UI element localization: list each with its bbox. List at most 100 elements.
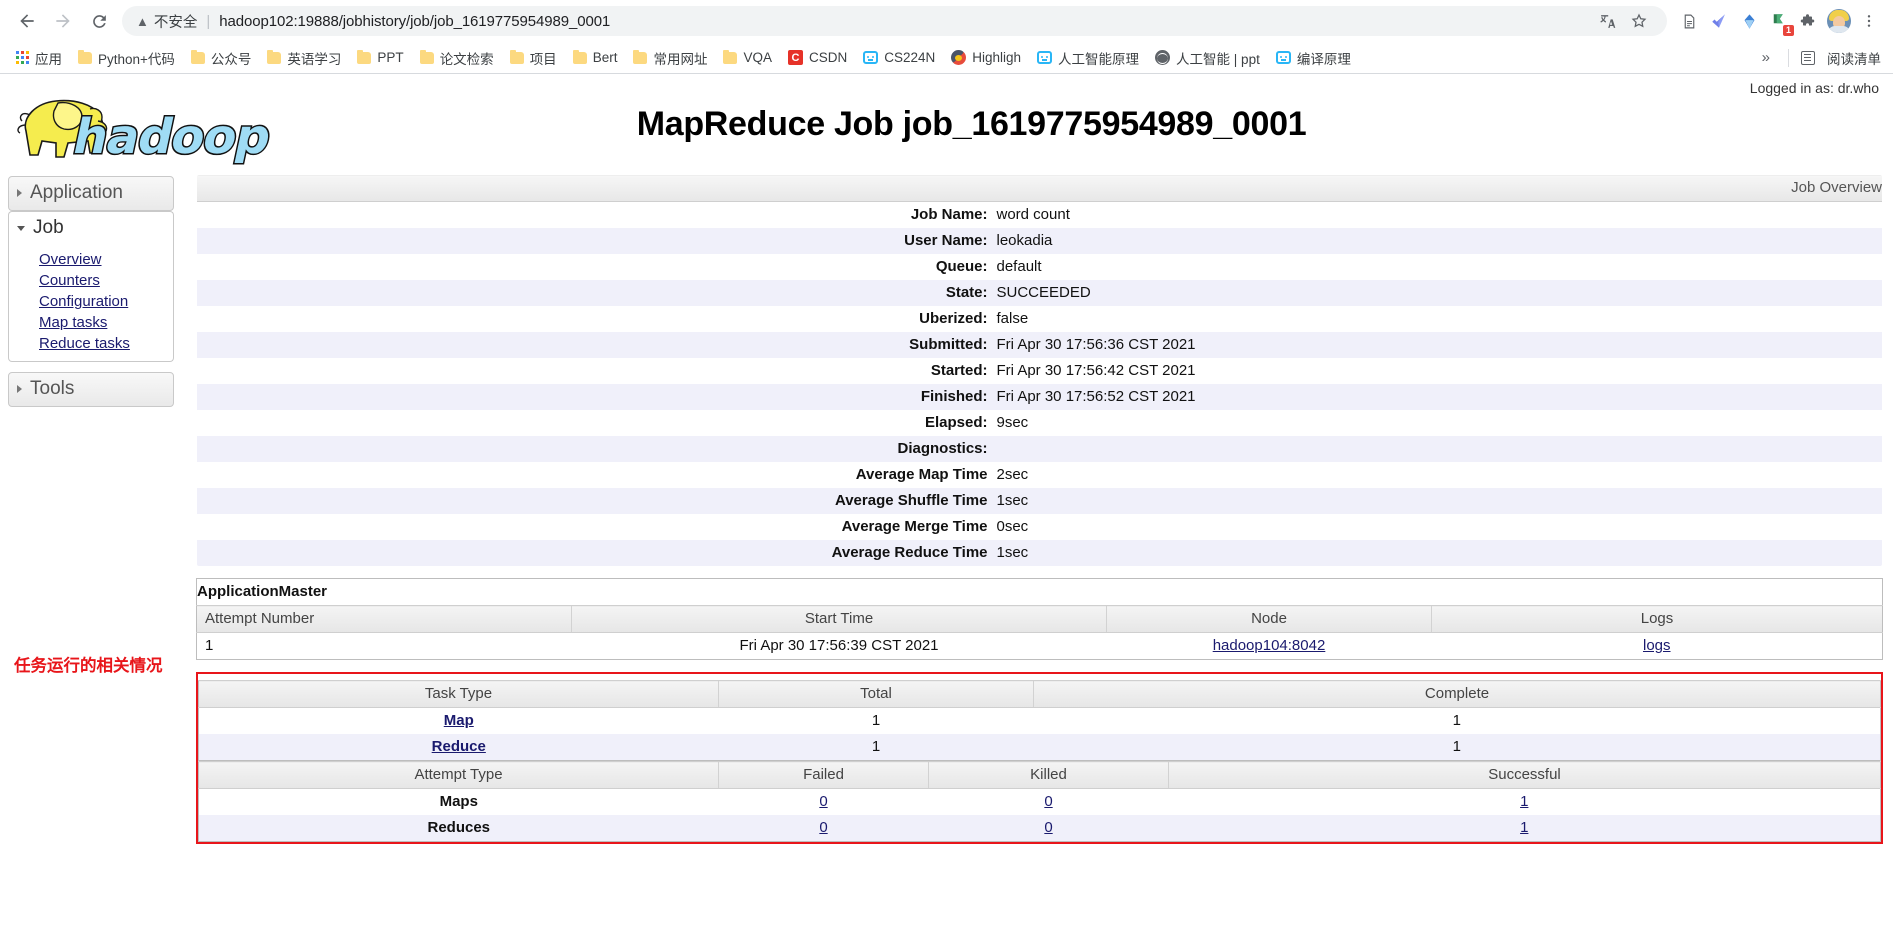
overview-value: word count — [996, 201, 1882, 228]
bookmark-vqa[interactable]: VQA — [715, 47, 780, 68]
bookmark-compiler-principles[interactable]: 编译原理 — [1268, 45, 1359, 71]
profile-avatar[interactable] — [1825, 7, 1853, 35]
cell-node: hadoop104:8042 — [1107, 633, 1432, 660]
reading-list-label[interactable]: 阅读清单 — [1827, 48, 1881, 68]
bilibili-icon — [863, 51, 879, 64]
table-row: Average Map Time 2sec — [197, 462, 1882, 488]
sidebar-item-label: Application — [30, 182, 123, 203]
reading-list-icon[interactable] — [1801, 50, 1815, 65]
bookmark-ai-ppt[interactable]: 人工智能 | ppt — [1147, 45, 1268, 71]
bookmark-star-icon[interactable] — [1625, 7, 1653, 35]
overview-value: Fri Apr 30 17:56:52 CST 2021 — [996, 384, 1882, 410]
table-row: Reduces 0 0 1 — [198, 815, 1881, 842]
node-link[interactable]: hadoop104:8042 — [1213, 637, 1326, 654]
cell-attempt-type: Maps — [198, 788, 719, 815]
bookmark-highlight[interactable]: Highligh — [943, 47, 1029, 68]
job-overview-table: Job Overview Job Name: word count User N… — [196, 174, 1883, 567]
bookmark-csdn[interactable]: C CSDN — [780, 47, 855, 68]
reduces-killed-link[interactable]: 0 — [1044, 819, 1052, 836]
task-and-attempt-summary-table: Task Type Total Complete Map 1 1 Reduce — [198, 680, 1881, 761]
folder-icon — [723, 49, 738, 64]
omnibox-actions — [1583, 7, 1653, 35]
overview-key: Uberized: — [197, 306, 997, 332]
bookmark-ai-principles[interactable]: 人工智能原理 — [1029, 45, 1147, 71]
folder-icon — [357, 49, 372, 64]
job-overview-caption: Job Overview — [197, 175, 1882, 202]
maps-successful-link[interactable]: 1 — [1520, 793, 1528, 810]
reload-icon[interactable] — [82, 4, 116, 38]
back-arrow-icon[interactable] — [10, 4, 44, 38]
omnibox[interactable]: ▲ 不安全 | hadoop102:19888/jobhistory/job/j… — [122, 6, 1667, 36]
hadoop-logo[interactable]: hadoop — [0, 85, 330, 165]
translate-icon[interactable] — [1593, 7, 1621, 35]
table-row: Queue: default — [197, 254, 1882, 280]
column-header-logs: Logs — [1431, 605, 1883, 633]
omnibox-divider: | — [206, 12, 211, 30]
table-row: Elapsed: 9sec — [197, 410, 1882, 436]
cell-total: 1 — [718, 707, 1034, 734]
cell-attempt-type: Reduces — [198, 815, 719, 842]
chrome-menu-icon[interactable] — [1855, 7, 1883, 35]
extensions-puzzle-icon[interactable] — [1795, 7, 1823, 35]
table-row: User Name: leokadia — [197, 228, 1882, 254]
csdn-icon: C — [787, 50, 803, 65]
cell-task-type: Reduce — [198, 734, 719, 761]
bookmark-apps[interactable]: 应用 — [8, 45, 70, 71]
extension-kite-icon[interactable] — [1705, 7, 1733, 35]
map-tasks-link[interactable]: Map — [444, 712, 474, 729]
bookmark-bert[interactable]: Bert — [565, 47, 626, 68]
bookmark-ppt[interactable]: PPT — [349, 47, 411, 68]
cell-attempt-number: 1 — [205, 637, 214, 654]
sidebar-link-reduce-tasks[interactable]: Reduce tasks — [9, 333, 173, 354]
bookmark-label: 人工智能 | ppt — [1176, 51, 1260, 67]
sidebar-item-tools[interactable]: Tools — [8, 372, 174, 407]
browser-chrome: ▲ 不安全 | hadoop102:19888/jobhistory/job/j… — [0, 0, 1893, 74]
reduces-successful-link[interactable]: 1 — [1520, 819, 1528, 836]
table-header-row: Attempt Number Start Time Node Logs — [196, 605, 1883, 633]
reader-mode-icon[interactable] — [1675, 7, 1703, 35]
sidebar-link-configuration[interactable]: Configuration — [9, 291, 173, 312]
bilibili-icon — [1037, 51, 1053, 64]
maps-failed-link[interactable]: 0 — [819, 793, 827, 810]
cell-complete: 1 — [1033, 707, 1881, 734]
forward-arrow-icon[interactable] — [46, 4, 80, 38]
bookmark-label: 常用网址 — [653, 51, 708, 67]
overview-value: default — [996, 254, 1882, 280]
cell-start-time: Fri Apr 30 17:56:39 CST 2021 — [739, 637, 939, 654]
triangle-right-icon — [17, 189, 22, 197]
chevron-double-right-icon[interactable]: » — [1756, 49, 1776, 66]
cell-failed: 0 — [718, 815, 929, 842]
reduce-tasks-link[interactable]: Reduce — [432, 738, 486, 755]
security-label: 不安全 — [153, 14, 198, 31]
extension-diamond-icon[interactable] — [1735, 7, 1763, 35]
extension-flag-icon[interactable]: 1 — [1765, 7, 1794, 36]
security-warning[interactable]: ▲ 不安全 — [136, 11, 197, 32]
bookmark-english-study[interactable]: 英语学习 — [259, 45, 349, 71]
table-row: Started: Fri Apr 30 17:56:42 CST 2021 — [197, 358, 1882, 384]
bookmark-project[interactable]: 项目 — [502, 45, 565, 71]
bookmark-paper-search[interactable]: 论文检索 — [412, 45, 502, 71]
folder-icon — [509, 49, 524, 64]
page-content: Logged in as: dr.who hadoop MapReduce Jo… — [0, 74, 1893, 938]
avatar — [1827, 9, 1851, 33]
logs-link[interactable]: logs — [1643, 637, 1671, 654]
sidebar-link-overview[interactable]: Overview — [9, 249, 173, 270]
column-header-start-time: Start Time — [571, 605, 1107, 633]
bookmark-label: 人工智能原理 — [1058, 51, 1140, 67]
sidebar-item-application[interactable]: Application — [8, 176, 174, 211]
cell-task-type: Map — [198, 707, 719, 734]
sidebar-item-job[interactable]: Job — [8, 211, 174, 245]
bookmark-cs224n[interactable]: CS224N — [855, 47, 943, 68]
bookmark-gongzhonghao[interactable]: 公众号 — [183, 45, 260, 71]
table-row: Job Name: word count — [197, 201, 1882, 228]
table-row: Reduce 1 1 — [198, 734, 1881, 761]
reduces-failed-link[interactable]: 0 — [819, 819, 827, 836]
sidebar-link-map-tasks[interactable]: Map tasks — [9, 312, 173, 333]
bookmark-python-code[interactable]: Python+代码 — [70, 45, 183, 71]
cell-killed: 0 — [928, 815, 1169, 842]
url-text[interactable]: hadoop102:19888/jobhistory/job/job_16197… — [219, 13, 610, 30]
bookmark-common-sites[interactable]: 常用网址 — [625, 45, 715, 71]
bookmark-label: Bert — [592, 50, 618, 65]
sidebar-link-counters[interactable]: Counters — [9, 270, 173, 291]
maps-killed-link[interactable]: 0 — [1044, 793, 1052, 810]
